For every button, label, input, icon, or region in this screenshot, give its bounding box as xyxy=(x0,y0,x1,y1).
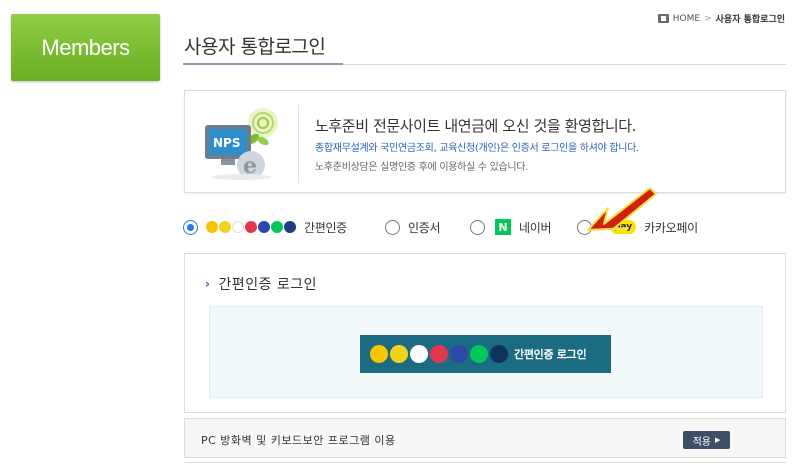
naver-n-icon: N xyxy=(495,219,511,235)
kakao-logo-icon xyxy=(370,345,388,363)
svg-text:NPS: NPS xyxy=(213,136,240,150)
shinhan-logo-icon xyxy=(284,221,296,233)
members-tab[interactable]: Members xyxy=(11,14,160,81)
breadcrumb-home[interactable]: HOME xyxy=(673,14,700,24)
login-method-options: 간편인증 인증서 N 네이버 pay 카카오페이 xyxy=(183,216,743,238)
play-arrow-icon: ▶ xyxy=(715,436,721,444)
apply-button[interactable]: 적용 ▶ xyxy=(683,431,730,449)
shinhan-logo-icon xyxy=(490,345,508,363)
samsung-pass-logo-icon xyxy=(258,221,270,233)
apply-button-label: 적용 xyxy=(692,436,711,448)
option-naver[interactable]: N 네이버 xyxy=(470,216,552,238)
bottom-divider xyxy=(184,462,786,463)
red-arrow-pointer-icon xyxy=(587,187,657,231)
radio-naver[interactable] xyxy=(470,219,485,235)
breadcrumb-current: 사용자 통합로그인 xyxy=(715,15,785,25)
toss-logo-icon xyxy=(390,345,408,363)
simple-login-button[interactable]: 간편인증 로그인 xyxy=(360,335,611,373)
welcome-consult-notice: 노후준비상담은 실명인증 후에 이용하실 수 있습니다. xyxy=(315,162,529,173)
simple-login-inner: 간편인증 로그인 xyxy=(209,306,763,398)
pass-logo-icon xyxy=(430,345,448,363)
breadcrumb-separator: > xyxy=(704,13,712,24)
home-icon[interactable] xyxy=(657,14,669,23)
radio-cert[interactable] xyxy=(385,219,400,235)
radio-simple-auth[interactable] xyxy=(183,219,198,235)
option-naver-label: 네이버 xyxy=(519,220,552,235)
toss-logo-icon xyxy=(219,221,231,233)
welcome-title: 노후준비 전문사이트 내연금에 오신 것을 환영합니다. xyxy=(315,117,637,135)
page-title: 사용자 통합로그인 xyxy=(184,36,326,58)
kakao-logo-icon xyxy=(206,221,218,233)
payco-logo-icon xyxy=(232,221,244,233)
breadcrumb: HOME > 사용자 통합로그인 xyxy=(657,12,785,25)
naver-logo-icon xyxy=(271,221,283,233)
option-cert[interactable]: 인증서 xyxy=(385,216,441,238)
nps-monitor-icon: NPS e xyxy=(205,108,278,180)
samsung-pass-logo-icon xyxy=(450,345,468,363)
chevron-right-icon: › xyxy=(205,277,211,291)
welcome-cert-notice: 종합재무설계와 국민연금조회, 교육신청(개인)은 인증서 로그인을 하셔야 합… xyxy=(315,143,639,154)
option-cert-label: 인증서 xyxy=(408,220,441,235)
firewall-keyboard-security-row: PC 방화벽 및 키보드보안 프로그램 이용 적용 ▶ xyxy=(184,418,786,458)
members-label: Members xyxy=(41,34,130,60)
simple-login-heading: › 간편인증 로그인 xyxy=(205,274,317,294)
simple-login-button-label: 간편인증 로그인 xyxy=(514,348,587,361)
payco-logo-icon xyxy=(410,345,428,363)
pass-logo-icon xyxy=(245,221,257,233)
option-simple-auth-label: 간편인증 xyxy=(304,220,347,235)
title-divider xyxy=(183,63,786,65)
option-simple-auth[interactable]: 간편인증 xyxy=(183,216,347,238)
simple-auth-provider-logos xyxy=(206,221,296,233)
firewall-label: PC 방화벽 및 키보드보안 프로그램 이용 xyxy=(201,434,396,447)
naver-logo-icon xyxy=(470,345,488,363)
simple-login-title: 간편인증 로그인 xyxy=(218,277,318,293)
welcome-box: NPS e 노후준비 전문사이트 내연금에 오신 것을 환영합니다. 종합재무설… xyxy=(184,90,786,193)
simple-login-panel: › 간편인증 로그인 간편인증 로그인 xyxy=(184,253,786,413)
welcome-divider xyxy=(298,105,299,183)
